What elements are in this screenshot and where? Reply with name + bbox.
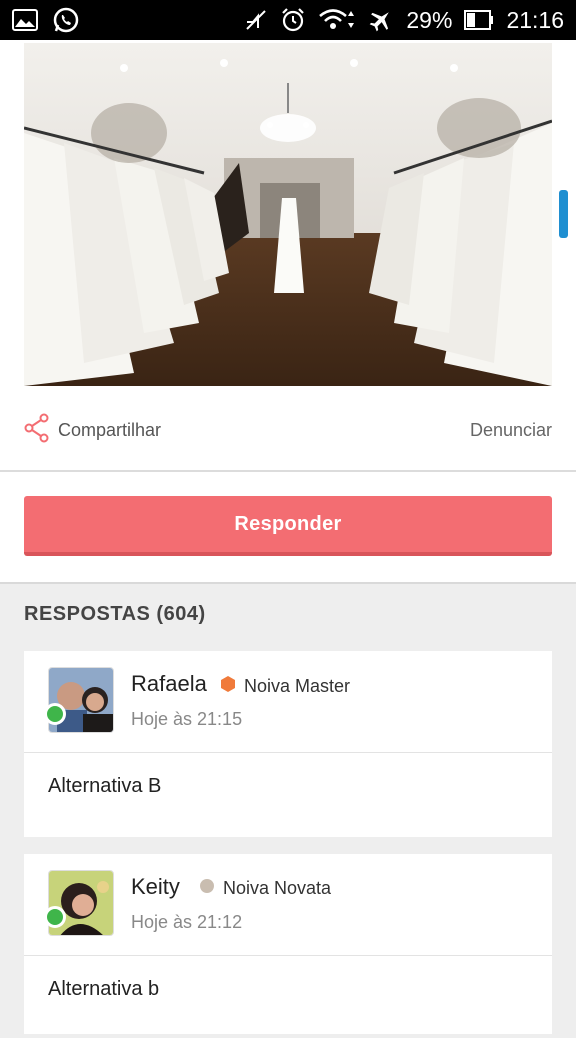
alarm-icon	[280, 7, 306, 33]
wifi-icon	[318, 7, 356, 33]
answer-header: Keity Noiva Novata Hoje às 21:12	[24, 854, 552, 956]
battery-icon	[464, 9, 494, 31]
user-name[interactable]: Rafaela	[131, 671, 207, 697]
online-indicator	[44, 906, 66, 928]
report-link[interactable]: Denunciar	[470, 420, 552, 441]
answer-header: Rafaela Noiva Master Hoje às 21:15	[24, 651, 552, 753]
hexagon-icon	[220, 675, 236, 698]
answer-card: Rafaela Noiva Master Hoje às 21:15 Alter…	[24, 651, 552, 837]
divider	[0, 582, 576, 584]
gallery-icon	[12, 9, 38, 31]
answer-card: Keity Noiva Novata Hoje às 21:12 Alterna…	[24, 854, 552, 1034]
share-label: Compartilhar	[58, 419, 162, 440]
circle-icon	[199, 878, 215, 899]
reply-button[interactable]: Responder	[24, 496, 552, 556]
airplane-icon	[368, 7, 394, 33]
online-indicator	[44, 703, 66, 725]
timestamp: Hoje às 21:15	[131, 709, 243, 729]
post-card: Compartilhar Denunciar	[0, 40, 576, 470]
scroll-indicator[interactable]	[559, 190, 568, 238]
user-rank: Noiva Novata	[199, 878, 331, 899]
answer-text: Alternativa B	[48, 775, 162, 797]
post-photo[interactable]	[24, 43, 552, 386]
share-icon	[24, 413, 50, 448]
timestamp: Hoje às 21:12	[131, 912, 243, 932]
answer-text: Alternativa b	[48, 978, 160, 1000]
whatsapp-icon	[52, 6, 80, 34]
answers-heading: RESPOSTAS (604)	[24, 603, 206, 625]
rank-label: Noiva Master	[244, 676, 351, 696]
rank-label: Noiva Novata	[223, 878, 332, 898]
reply-section: Responder	[0, 472, 576, 582]
clock: 21:16	[506, 6, 564, 33]
user-rank: Noiva Master	[220, 675, 350, 698]
status-bar: 29% 21:16	[0, 0, 576, 40]
mute-icon	[244, 8, 268, 32]
battery-percent: 29%	[406, 6, 453, 33]
post-actions: Compartilhar Denunciar	[24, 410, 552, 450]
share-button[interactable]: Compartilhar	[24, 413, 161, 448]
user-name[interactable]: Keity	[131, 874, 180, 900]
